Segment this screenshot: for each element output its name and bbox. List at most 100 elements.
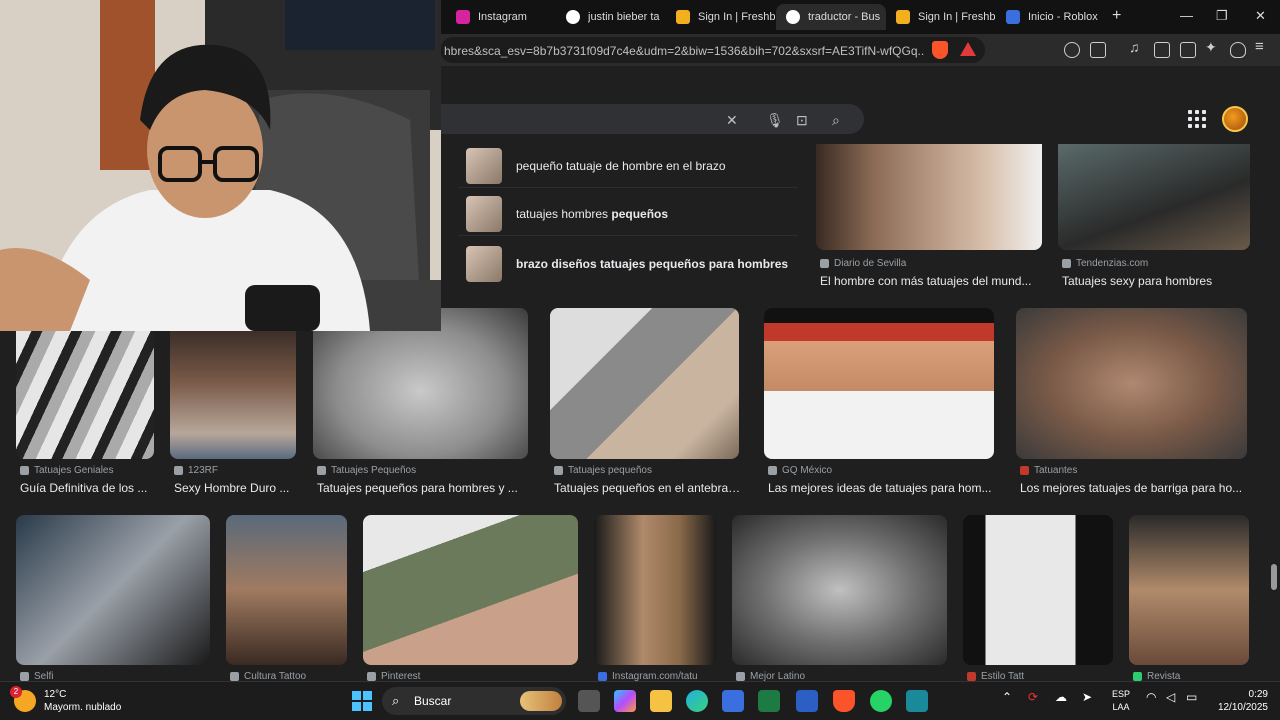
image-result[interactable]: Tatuajes Geniales Guía Definitiva de los… [16, 331, 154, 501]
image-result[interactable]: Tatuantes Los mejores tatuajes de barrig… [1016, 308, 1247, 501]
suggestion-item[interactable]: pequeño tatuaje de hombre en el brazo [458, 144, 798, 188]
result-title[interactable]: Los mejores tatuajes de barriga para ho.… [1020, 481, 1251, 495]
search-input[interactable]: ✕ 🎙 ⊡ ⌕ [440, 104, 864, 134]
menu-icon[interactable]: ≡ [1255, 38, 1271, 55]
leo-ai-icon[interactable]: ✦ [1205, 39, 1221, 55]
tab-search-justin[interactable]: justin bieber ta [556, 4, 666, 30]
tab-freshbooks-2[interactable]: Sign In | Freshb [886, 4, 998, 30]
suggestion-label: brazo diseños tatuajes pequeños para hom… [516, 257, 789, 271]
suggestion-thumbnail [466, 147, 502, 184]
suggestion-label: tatuajes hombres pequeños [516, 206, 669, 221]
result-thumbnail [1129, 515, 1249, 665]
result-thumbnail [170, 331, 296, 459]
url-text: hbres&sca_esv=8b7b3731f09d7c4e&udm=2&biw… [444, 44, 924, 58]
sidebar-icon[interactable] [1154, 42, 1170, 58]
image-result[interactable]: Tatuajes Pequeños Tatuajes pequeños para… [313, 308, 528, 501]
battery-icon[interactable]: ▭ [1186, 690, 1197, 704]
account-avatar[interactable] [1222, 106, 1248, 132]
clear-icon[interactable]: ✕ [726, 112, 738, 129]
scrollbar-thumb[interactable] [1271, 564, 1277, 590]
sync-icon[interactable]: ⟳ [1028, 690, 1038, 704]
suggestion-item[interactable]: tatuajes hombres pequeños [458, 192, 798, 236]
copilot-icon[interactable] [614, 690, 636, 712]
tab-instagram[interactable]: Instagram [446, 4, 558, 30]
store-icon[interactable] [722, 690, 744, 712]
image-result[interactable]: Selfi [16, 515, 210, 682]
vpn-icon[interactable] [1230, 42, 1246, 58]
taskbar-search[interactable]: ⌕ Buscar [382, 687, 566, 715]
microphone-icon[interactable]: 🎙 [766, 112, 784, 129]
word-icon[interactable] [796, 690, 818, 712]
result-thumbnail [816, 144, 1042, 250]
result-title[interactable]: El hombre con más tatuajes del mund... [820, 274, 1046, 288]
weather-widget[interactable]: 2 12°C Mayorm. nublado [10, 686, 122, 714]
file-explorer-icon[interactable] [650, 690, 672, 712]
volume-icon[interactable]: ◁ [1166, 690, 1175, 704]
tab-roblox[interactable]: Inicio - Roblox [996, 4, 1106, 30]
screenshot-icon[interactable] [1090, 42, 1106, 58]
search-icon[interactable]: ⌕ [832, 112, 840, 129]
tab-translator[interactable]: traductor - Bus [776, 4, 886, 30]
wifi-icon[interactable]: ◠ [1146, 690, 1156, 704]
image-result[interactable]: Estilo Tatt [963, 515, 1113, 682]
close-window-button[interactable]: ✕ [1255, 8, 1266, 24]
brave-shield-icon[interactable] [932, 41, 948, 59]
windows-taskbar: 2 12°C Mayorm. nublado ⌕ Buscar ⌃ ⟳ ☁ ➤ … [0, 681, 1280, 720]
result-source: Diario de Sevilla [820, 258, 906, 269]
result-thumbnail [732, 515, 947, 665]
image-result[interactable]: Diario de Sevilla El hombre con más tatu… [816, 144, 1042, 294]
weather-description: Mayorm. nublado [44, 702, 122, 713]
show-hidden-icons[interactable]: ⌃ [1002, 690, 1012, 704]
new-tab-button[interactable]: + [1112, 7, 1121, 25]
image-result[interactable]: Mejor Latino [732, 515, 947, 682]
edge-icon[interactable] [686, 690, 708, 712]
location-icon[interactable]: ➤ [1082, 690, 1092, 704]
result-source: Tatuajes Geniales [20, 465, 114, 476]
address-bar[interactable]: hbres&sca_esv=8b7b3731f09d7c4e&udm=2&biw… [440, 37, 985, 63]
task-view-icon[interactable] [578, 690, 600, 712]
image-result[interactable]: Tatuajes pequeños Tatuajes pequeños en e… [550, 308, 743, 501]
lens-icon[interactable]: ⊡ [796, 112, 808, 129]
result-title[interactable]: Tatuajes pequeños en el antebraz... [554, 481, 743, 495]
apps-grid-icon[interactable] [1188, 110, 1206, 128]
onedrive-icon[interactable]: ☁ [1055, 690, 1067, 704]
image-result[interactable]: Instagram.com/tatu [594, 515, 716, 682]
app-icon[interactable] [906, 690, 928, 712]
music-icon[interactable]: ♫ [1129, 39, 1145, 55]
result-title[interactable]: Sexy Hombre Duro ... [174, 481, 300, 495]
result-title[interactable]: Guía Definitiva de los ... [20, 481, 158, 495]
wallet-icon[interactable] [1180, 42, 1196, 58]
weather-temperature: 12°C [44, 689, 67, 700]
tab-label: traductor - Bus [808, 11, 881, 23]
maximize-button[interactable]: ❐ [1216, 8, 1228, 24]
brave-icon[interactable] [833, 690, 855, 712]
tab-freshbooks-1[interactable]: Sign In | Freshb [666, 4, 778, 30]
result-title[interactable]: Tatuajes pequeños para hombres y ... [317, 481, 532, 495]
image-result[interactable]: 123RF Sexy Hombre Duro ... [170, 331, 296, 501]
excel-icon[interactable] [758, 690, 780, 712]
minimize-button[interactable]: — [1180, 8, 1193, 23]
freshbooks-icon [896, 10, 910, 24]
image-result[interactable]: Cultura Tattoo [226, 515, 347, 682]
image-result[interactable]: Revista [1129, 515, 1249, 682]
taskbar-search-label: Buscar [414, 694, 452, 708]
start-button[interactable] [352, 691, 372, 711]
roblox-icon [1006, 10, 1020, 24]
language-indicator[interactable]: ESP LAA [1112, 688, 1130, 714]
extensions-icon[interactable] [1064, 42, 1080, 58]
image-result[interactable]: GQ México Las mejores ideas de tatuajes … [764, 308, 994, 501]
clock[interactable]: 0:29 12/10/2025 [1210, 688, 1268, 714]
google-icon [566, 10, 580, 24]
page-scrollbar[interactable] [1268, 96, 1280, 680]
image-result[interactable]: Pinterest [363, 515, 578, 682]
result-title[interactable]: Tatuajes sexy para hombres [1062, 274, 1254, 288]
suggestion-item[interactable]: brazo diseños tatuajes pequeños para hom… [458, 242, 798, 286]
image-result[interactable]: Tendenzias.com Tatuajes sexy para hombre… [1058, 144, 1250, 294]
result-thumbnail [16, 515, 210, 665]
result-source: Tatuajes Pequeños [317, 465, 416, 476]
result-title[interactable]: Las mejores ideas de tatuajes para hom..… [768, 481, 998, 495]
tab-label: Instagram [478, 11, 527, 23]
whatsapp-icon[interactable] [870, 690, 892, 712]
screen: Instagram justin bieber ta Sign In | Fre… [0, 0, 1280, 720]
brave-rewards-icon[interactable] [960, 42, 976, 56]
